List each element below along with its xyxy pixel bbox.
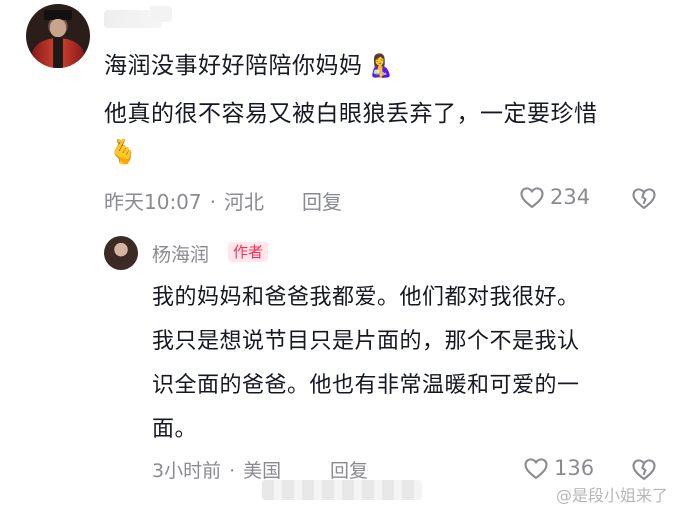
comment-meta: 昨天10:07 · 河北 (104, 190, 264, 214)
commenter-avatar[interactable] (26, 4, 90, 68)
reply-text-line-2: 我只是想说节目只是片面的，那个不是我认 (152, 329, 580, 354)
commenter-name-blurred-extra (150, 6, 172, 22)
comment-reply-button[interactable]: 回复 (302, 186, 342, 215)
broken-heart-icon (632, 459, 656, 481)
blurred-text (262, 480, 422, 500)
comment-time: 昨天10:07 (104, 190, 202, 214)
reply-reply-button[interactable]: 回复 (330, 456, 368, 483)
author-tag-badge: 作者 (228, 242, 269, 262)
reply-location: 美国 (243, 460, 282, 482)
comment-text-1: 海润没事好好陪陪你妈妈 (104, 53, 363, 79)
author-avatar[interactable] (104, 236, 138, 270)
watermark: @是段小姐来了 (556, 486, 669, 505)
reply-like-count: 136 (554, 456, 595, 480)
comment-dislike-button[interactable] (630, 184, 658, 216)
author-name[interactable]: 杨海润 (152, 240, 209, 267)
comment-text-line-2: 他真的很不容易又被白眼狼丢弃了，一定要珍惜 (104, 101, 598, 127)
reply-text-line-4: 面。 (152, 417, 198, 442)
mother-emoji-icon: 🤱 (366, 53, 395, 79)
reply-time: 3小时前 (152, 460, 222, 482)
broken-heart-icon (632, 188, 656, 210)
heart-outline-icon (524, 458, 548, 480)
reply-meta: 3小时前 · 美国 (152, 460, 282, 482)
comment-location: 河北 (224, 190, 264, 214)
comment-text-line-1: 海润没事好好陪陪你妈妈 🤱 (104, 46, 394, 86)
finger-heart-emoji-icon: 🫰 (108, 138, 138, 166)
reply-text-line-1: 我的妈妈和爸爸我都爱。他们都对我很好。 (152, 285, 580, 310)
comment-like-button[interactable]: 234 (518, 183, 590, 211)
heart-outline-icon (520, 187, 544, 209)
reply-text-line-3: 识全面的爸爸。他也有非常温暖和可爱的一 (152, 373, 580, 398)
comment-like-count: 234 (550, 185, 591, 209)
reply-like-button[interactable]: 136 (522, 454, 594, 482)
